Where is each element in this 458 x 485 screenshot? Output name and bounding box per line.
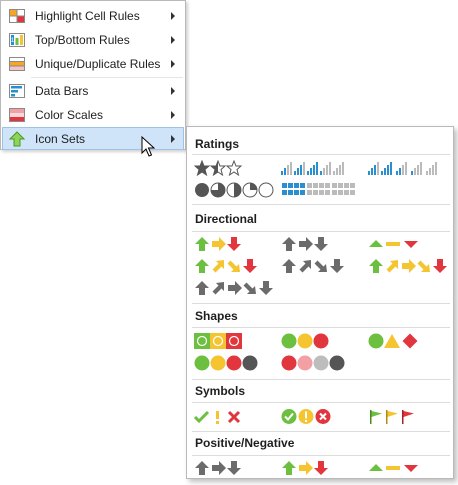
positive-negative-arrows-colored-icon-set[interactable] [281, 460, 331, 476]
top-bottom-rules-icon: 1 [9, 33, 25, 47]
section-divider [192, 327, 450, 328]
menu-item-color-scales[interactable]: Color Scales [2, 103, 184, 126]
three-arrows-colored-icon-set[interactable] [194, 236, 244, 252]
submenu-arrow-icon [171, 87, 175, 95]
submenu-arrow-icon [171, 36, 175, 44]
five-arrows-gray-icon-set[interactable] [194, 280, 276, 296]
section-title-positive-negative: Positive/Negative [195, 436, 295, 450]
menu-item-data-bars[interactable]: Data Bars [2, 79, 184, 102]
submenu-arrow-icon [171, 111, 175, 119]
submenu-arrow-icon [171, 135, 175, 143]
icon-sets-icon [9, 131, 25, 147]
boxes-icon-set[interactable] [281, 182, 361, 197]
menu-separator [31, 77, 183, 78]
color-scales-icon [9, 108, 25, 122]
icon-sets-submenu: Ratings Directional Shapes Symbols Posit… [186, 126, 454, 479]
section-divider [192, 303, 450, 304]
positive-negative-arrows-gray-icon-set[interactable] [194, 460, 244, 476]
three-flags-icon-set[interactable] [368, 409, 418, 425]
three-symbols-circled-icon-set[interactable] [281, 408, 331, 425]
highlight-cell-rules-icon [9, 9, 25, 23]
section-title-shapes: Shapes [195, 309, 238, 323]
signal-bars-icon-set-b[interactable] [368, 159, 446, 176]
section-divider [192, 402, 450, 403]
three-triangles-icon-set[interactable] [368, 237, 420, 251]
menu-item-highlight-cell-rules[interactable]: Highlight Cell Rules [2, 4, 184, 27]
section-divider [192, 455, 450, 456]
three-traffic-lights-rimmed-icon-set[interactable] [194, 333, 242, 349]
menu-item-icon-sets[interactable]: Icon Sets [2, 127, 184, 150]
data-bars-icon [9, 84, 25, 98]
signal-bars-icon-set-a[interactable] [281, 159, 345, 176]
unique-duplicate-rules-icon [9, 57, 25, 71]
four-traffic-lights-icon-set[interactable] [194, 355, 258, 371]
menu-item-label: Icon Sets [35, 132, 86, 146]
three-symbols-uncircled-icon-set[interactable] [194, 409, 246, 425]
section-divider [192, 431, 450, 432]
three-signs-icon-set[interactable] [368, 333, 418, 349]
section-divider [192, 154, 450, 155]
three-traffic-lights-icon-set[interactable] [281, 333, 329, 349]
menu-item-label: Color Scales [35, 108, 104, 122]
three-stars-icon-set[interactable] [194, 160, 242, 176]
section-title-ratings: Ratings [195, 137, 240, 151]
menu-item-label: Top/Bottom Rules [35, 33, 130, 47]
positive-negative-triangles-icon-set[interactable] [368, 461, 420, 475]
menu-item-top-bottom-rules[interactable]: 1 Top/Bottom Rules [2, 28, 184, 51]
section-divider [192, 379, 450, 380]
menu-item-unique-duplicate-rules[interactable]: Unique/Duplicate Rules [2, 52, 184, 75]
section-divider [192, 204, 450, 205]
quarters-icon-set[interactable] [194, 182, 276, 198]
menu-item-label: Data Bars [35, 84, 89, 98]
four-arrows-gray-icon-set[interactable] [281, 258, 347, 274]
five-arrows-colored-icon-set[interactable] [368, 258, 450, 274]
section-divider [192, 231, 450, 232]
four-arrows-colored-icon-set[interactable] [194, 258, 260, 274]
mouse-cursor-icon [141, 136, 155, 157]
section-title-directional: Directional [195, 212, 258, 226]
menu-item-label: Highlight Cell Rules [35, 9, 140, 23]
menu-item-label: Unique/Duplicate Rules [35, 57, 161, 71]
red-to-black-icon-set[interactable] [281, 355, 345, 371]
conditional-formatting-menu: Highlight Cell Rules 1 Top/Bottom Rules … [0, 0, 186, 150]
section-title-symbols: Symbols [195, 384, 246, 398]
three-arrows-gray-icon-set[interactable] [281, 236, 331, 252]
submenu-arrow-icon [171, 60, 175, 68]
submenu-arrow-icon [171, 12, 175, 20]
